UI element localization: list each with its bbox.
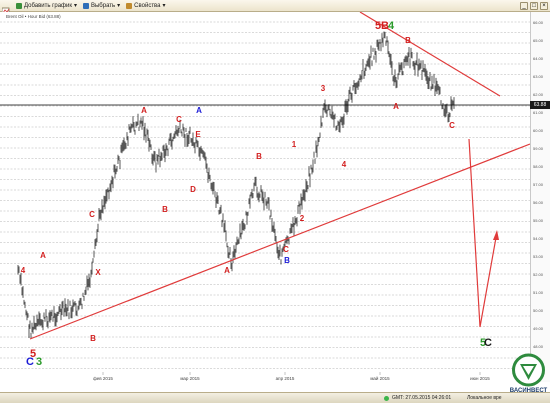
chart-toolbar: Добавить график ▾ Выбрать ▾ Свойства ▾ _ □ … <box>0 0 550 14</box>
wave-label: C <box>283 245 289 254</box>
gmt-time: GMT: 27.05.2015 04:26:01 <box>392 395 452 401</box>
wave-label: X <box>95 268 101 277</box>
wave-label: A <box>141 106 147 115</box>
price-tick: 48.00 <box>533 344 544 349</box>
price-tick: 63.00 <box>533 74 544 79</box>
price-tick: 61.00 <box>533 110 544 115</box>
price-series <box>17 31 455 339</box>
month-tick: мар 2015 <box>180 376 200 381</box>
wave-label: C <box>89 210 95 219</box>
month-tick: фев 2015 <box>93 376 113 381</box>
chart-legend: Brent Oil • Hour Bid (63.88) <box>6 14 61 19</box>
local-time-label: Локальное вре <box>467 395 502 401</box>
wave-label: B <box>162 205 168 214</box>
wave-label: B <box>405 36 411 45</box>
maximize-icon[interactable]: □ <box>530 1 538 10</box>
properties-button[interactable]: Свойства ▾ <box>126 2 166 9</box>
select-button[interactable]: Выбрать ▾ <box>82 2 121 9</box>
connection-status-icon <box>384 396 389 401</box>
price-tick: 52.00 <box>533 272 544 277</box>
price-axis: 66.00 65.00 64.00 63.00 62.00 61.00 60.00 59.00… <box>530 12 550 382</box>
wave-label: C <box>484 337 492 349</box>
close-icon[interactable]: × <box>540 1 548 10</box>
wave-label: C <box>176 115 182 124</box>
forecast-arrowhead <box>493 230 499 240</box>
price-tick: 57.00 <box>533 182 544 187</box>
select-icon <box>82 2 89 9</box>
add-chart-button[interactable]: Добавить график ▾ <box>16 2 77 9</box>
brand-logo: ВАСИНВЕСТ <box>507 352 550 400</box>
chevron-down-icon: ▾ <box>162 3 166 9</box>
price-tick: 50.00 <box>533 308 544 313</box>
month-tick: июн 2015 <box>470 376 490 381</box>
wave-label: C <box>26 356 34 368</box>
month-tick: апр 2015 <box>276 376 295 381</box>
chart-canvas: Brent Oil • Hour Bid (63.88) A ACE31BCDBB… <box>0 11 531 381</box>
wave-label: A <box>196 106 202 115</box>
wave-label: 1 <box>292 140 297 149</box>
wave-label: A <box>40 251 46 260</box>
wave-label: 4 <box>342 160 347 169</box>
month-tick: май 2015 <box>370 375 390 381</box>
brand-logo-icon <box>512 353 545 387</box>
wave-label: A <box>393 102 399 111</box>
properties-icon <box>126 2 133 9</box>
wave-label: 4 <box>388 20 395 32</box>
price-tick: 60.00 <box>533 128 544 133</box>
time-axis: фев 2015 мар 2015 апр 2015 май 2015 июн 2015 <box>93 372 490 381</box>
chevron-down-icon: ▾ <box>117 3 121 9</box>
price-tick: 56.00 <box>533 200 544 205</box>
price-tick: 55.00 <box>533 218 544 223</box>
current-price-tag: 63.88 <box>530 101 550 109</box>
minimize-icon[interactable]: _ <box>520 1 528 10</box>
price-tick: 58.00 <box>533 164 544 169</box>
wave-label: 4 <box>21 266 26 275</box>
brand-name: ВАСИНВЕСТ <box>509 388 548 394</box>
wave-label: A <box>224 266 230 275</box>
wave-label: B <box>256 152 262 161</box>
wave-label: 3 <box>36 356 42 368</box>
wave-label: 2 <box>300 214 305 223</box>
price-tick: 62.00 <box>533 92 544 97</box>
wave-label: 3 <box>321 84 326 93</box>
wave-label: D <box>190 185 196 194</box>
price-tick: 64.00 <box>533 56 544 61</box>
wave-label: 5 <box>375 20 381 32</box>
price-chart[interactable]: Brent Oil • Hour Bid (63.88) AACE31BCDBB… <box>0 11 531 382</box>
wave-label: C <box>449 121 455 130</box>
add-chart-icon <box>16 2 22 9</box>
price-tick: 53.00 <box>533 254 544 259</box>
price-tick: 51.00 <box>533 290 544 295</box>
wave-label: E <box>195 130 201 139</box>
status-bar: GMT: 27.05.2015 04:26:01 Локальное вре <box>0 392 550 403</box>
wave-label: B <box>284 256 290 265</box>
support-trendline <box>29 143 531 340</box>
price-tick: 54.00 <box>533 236 544 241</box>
price-tick: 65.00 <box>533 38 544 43</box>
forecast-path <box>468 138 498 328</box>
wave-label: B <box>90 334 96 343</box>
trend-lines <box>29 11 531 340</box>
price-tick: 66.00 <box>533 20 544 25</box>
price-tick: 59.00 <box>533 146 544 151</box>
chart-menu-icon[interactable] <box>1 2 10 14</box>
price-tick: 49.00 <box>533 326 544 331</box>
chevron-down-icon: ▾ <box>73 3 77 9</box>
